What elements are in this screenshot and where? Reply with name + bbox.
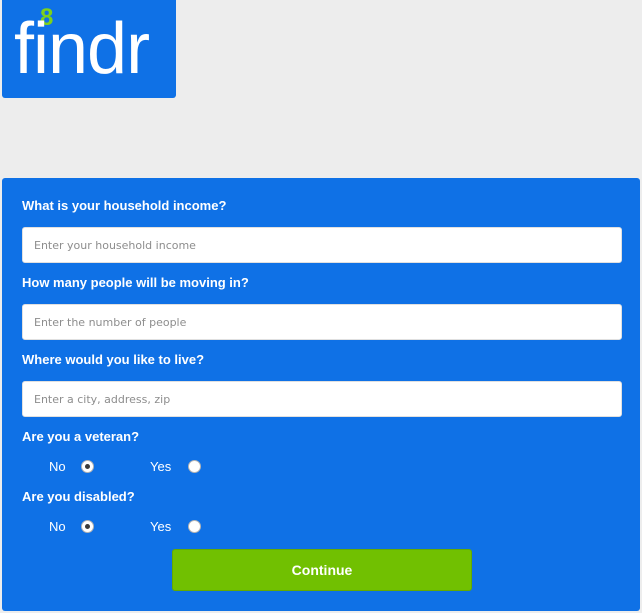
disabled-radio-group: No Yes [2, 517, 640, 537]
veteran-no-label: No [49, 459, 66, 474]
location-question: Where would you like to live? [22, 352, 205, 367]
disabled-yes-radio[interactable] [188, 520, 201, 533]
veteran-radio-group: No Yes [2, 457, 640, 477]
people-question: How many people will be moving in? [22, 275, 249, 290]
veteran-no-radio[interactable] [81, 460, 94, 473]
veteran-yes-label: Yes [150, 459, 172, 474]
findr-logo[interactable]: 8 findr [2, 0, 176, 98]
eligibility-form: What is your household income? How many … [2, 178, 640, 611]
disabled-no-label: No [49, 519, 66, 534]
veteran-question: Are you a veteran? [22, 429, 140, 444]
disabled-no-radio[interactable] [81, 520, 94, 533]
people-count-input[interactable] [22, 304, 622, 340]
veteran-yes-radio[interactable] [188, 460, 201, 473]
continue-button[interactable]: Continue [172, 549, 472, 591]
logo-text: findr [14, 9, 150, 89]
income-question: What is your household income? [22, 198, 227, 213]
disabled-question: Are you disabled? [22, 489, 135, 504]
location-input[interactable] [22, 381, 622, 417]
income-input[interactable] [22, 227, 622, 263]
disabled-yes-label: Yes [150, 519, 172, 534]
